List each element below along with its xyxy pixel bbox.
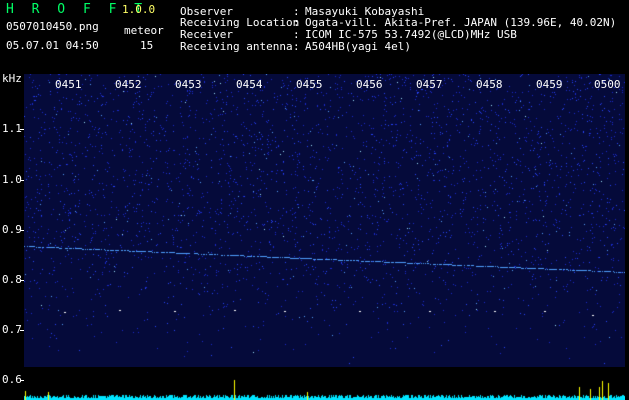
colon: : [293, 40, 300, 53]
ytick-label: 1.0 [2, 173, 22, 186]
time-label: 0456 [356, 78, 383, 91]
time-label: 0453 [175, 78, 202, 91]
ytick-label: 0.9 [2, 223, 22, 236]
ytick-label: 0.6 [2, 373, 22, 386]
timestamp: 05.07.01 04:50 [6, 39, 99, 52]
signal-level-panel [24, 367, 625, 400]
signal-level-canvas [24, 367, 625, 400]
time-label: 0451 [55, 78, 82, 91]
time-label: 0458 [476, 78, 503, 91]
app-version: 1.0.0 [122, 3, 156, 16]
meteor-count: 15 [140, 39, 154, 52]
ytick-label: 1.1 [2, 122, 22, 135]
axis-unit-label: kHz [2, 72, 22, 85]
time-label: 0457 [416, 78, 443, 91]
spectrogram-canvas [24, 74, 625, 367]
meteor-label: meteor [124, 24, 164, 37]
spectrogram: 0451 0452 0453 0454 0455 0456 0457 0458 … [24, 74, 625, 367]
time-label: 0454 [236, 78, 263, 91]
time-label: 0452 [115, 78, 142, 91]
time-label: 0500 [594, 78, 621, 91]
time-label: 0459 [536, 78, 563, 91]
antenna-value: A504HB(yagi 4el) [305, 40, 411, 53]
ytick-label: 0.8 [2, 273, 22, 286]
antenna-label: Receiving antenna [180, 40, 293, 53]
ytick-label: 0.7 [2, 323, 22, 336]
time-label: 0455 [296, 78, 323, 91]
filename: 0507010450.png [6, 20, 99, 33]
